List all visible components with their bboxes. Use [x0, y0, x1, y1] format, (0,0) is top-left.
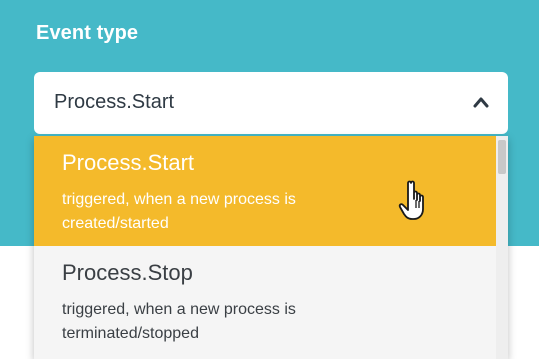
option-description: triggered, when a new process is termina… [62, 301, 296, 342]
chevron-up-icon[interactable] [472, 94, 490, 110]
option-title: Process.Stop [62, 260, 193, 285]
event-type-form: Event type Process.Start Process.Start t… [0, 0, 539, 359]
scrollbar-thumb[interactable] [498, 140, 506, 174]
option-title: Process.Start [62, 150, 195, 175]
event-type-label: Event type [36, 22, 139, 44]
event-type-dropdown: Process.Start triggered, when a new proc… [34, 136, 508, 359]
selected-value: Process.Start [54, 91, 175, 113]
dropdown-scrollbar[interactable] [496, 136, 508, 359]
option-process-start[interactable]: Process.Start triggered, when a new proc… [34, 136, 496, 246]
option-description: triggered, when a new process is created… [62, 191, 296, 232]
event-type-select[interactable]: Process.Start [34, 72, 508, 134]
option-process-stop[interactable]: Process.Stop triggered, when a new proce… [34, 246, 496, 359]
